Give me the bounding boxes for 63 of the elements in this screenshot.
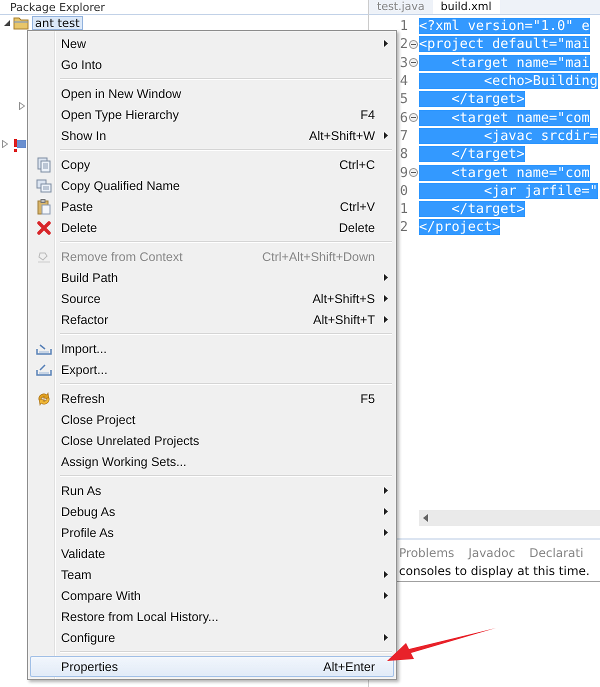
clipboard-icon [37, 198, 51, 214]
horizontal-scrollbar[interactable] [419, 510, 600, 526]
fold-icon[interactable] [409, 168, 418, 178]
panel-tab[interactable]: Javadoc [468, 546, 516, 560]
menu-item[interactable]: Delete Delete [30, 217, 394, 238]
menu-item[interactable]: Properties Alt+Enter [30, 656, 394, 677]
menu-item[interactable]: Configure [30, 627, 394, 648]
menu-item[interactable]: Refactor Alt+Shift+T [30, 309, 394, 330]
fold-icon[interactable] [409, 113, 418, 122]
delete-icon [37, 220, 51, 234]
menu-item[interactable]: Run As [30, 480, 394, 501]
menu-item[interactable]: Refresh F5 [30, 388, 394, 409]
line-number: 1 [398, 18, 408, 34]
project-item[interactable]: ant test [32, 16, 83, 30]
line-number: 5 [398, 91, 408, 108]
menu-item[interactable]: Assign Working Sets... [30, 451, 394, 472]
fold-icon[interactable] [409, 40, 418, 49]
view-title[interactable]: Package Explorer [10, 1, 105, 14]
collapse-triangle-icon[interactable] [4, 20, 10, 26]
expand-triangle-icon[interactable] [2, 140, 8, 148]
menu-item[interactable]: Show In Alt+Shift+W [30, 125, 394, 146]
line-number: 2 [398, 36, 408, 52]
line-number: 9 [398, 164, 408, 181]
menu-item[interactable]: New [30, 33, 394, 54]
tray-icon [36, 342, 52, 354]
copy-icon [37, 156, 51, 172]
menu-item[interactable]: Open in New Window [30, 83, 394, 104]
expand-triangle-icon[interactable] [19, 102, 25, 110]
menu-item[interactable]: Paste Ctrl+V [30, 196, 394, 217]
menu-item[interactable]: Open Type Hierarchy F4 [30, 104, 394, 125]
tray-icon [36, 364, 52, 376]
menu-item[interactable]: Profile As [30, 522, 394, 543]
copy-icon [36, 178, 52, 192]
line-number: 8 [398, 146, 408, 162]
menu-item[interactable]: Close Project [30, 409, 394, 430]
menu-item[interactable]: Build Path [30, 267, 394, 288]
menu-item[interactable]: Export... [30, 359, 394, 380]
menu-item[interactable]: Validate [30, 543, 394, 564]
line-number: 3 [398, 54, 408, 71]
remove-icon [37, 250, 51, 262]
panel-tab[interactable]: Declarati [529, 546, 584, 560]
folder-icon [13, 16, 29, 30]
line-number: 2 [398, 219, 408, 236]
line-number: 7 [398, 128, 408, 144]
line-number: 6 [398, 110, 408, 126]
line-number: 0 [398, 182, 408, 199]
line-number: 4 [398, 73, 408, 90]
menu-item[interactable]: Import... [30, 338, 394, 359]
menu-item[interactable]: Close Unrelated Projects [30, 430, 394, 451]
panel-tab[interactable]: Problems [399, 546, 454, 560]
scroll-left-icon[interactable] [423, 514, 429, 522]
menu-item[interactable]: Copy Qualified Name [30, 175, 394, 196]
line-number: 1 [398, 201, 408, 218]
menu-item[interactable]: Go Into [30, 54, 394, 75]
refresh-icon [36, 390, 52, 406]
menu-item[interactable]: Debug As [30, 501, 394, 522]
menu-item[interactable]: Restore from Local History... [30, 606, 394, 627]
error-project-icon [14, 138, 26, 152]
editor-tab[interactable]: build.xml [432, 0, 500, 14]
menu-item[interactable]: Source Alt+Shift+S [30, 288, 394, 309]
menu-item[interactable]: Compare With [30, 585, 394, 606]
fold-icon[interactable] [409, 58, 418, 68]
menu-item[interactable]: Copy Ctrl+C [30, 154, 394, 175]
